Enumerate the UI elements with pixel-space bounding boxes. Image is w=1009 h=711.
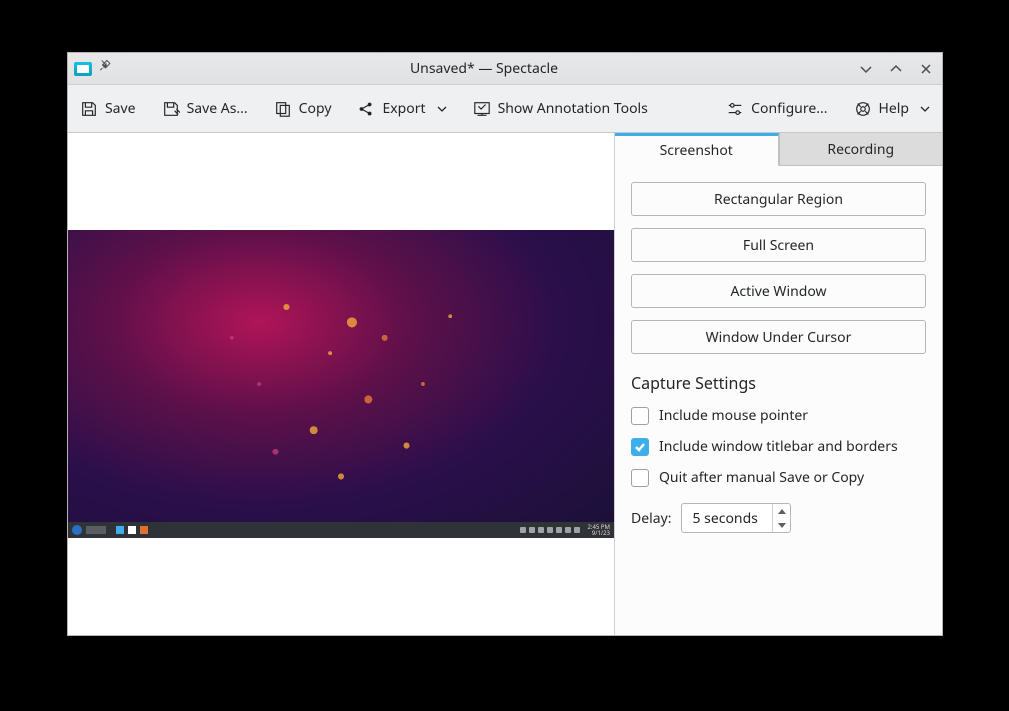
mode-full-screen[interactable]: Full Screen xyxy=(631,228,926,262)
delay-step-up[interactable] xyxy=(773,504,790,518)
mode-rect-label: Rectangular Region xyxy=(714,190,843,209)
copy-label: Copy xyxy=(299,99,332,118)
side-panel: Screenshot Recording Rectangular Region … xyxy=(615,133,942,635)
save-button[interactable]: Save xyxy=(80,99,136,118)
checkbox-quit-after-save[interactable] xyxy=(631,469,649,487)
annotation-button[interactable]: Show Annotation Tools xyxy=(473,99,648,118)
save-label: Save xyxy=(105,99,136,118)
export-button[interactable]: Export xyxy=(357,99,446,118)
preview-pane: 2:45 PM 9/1/23 xyxy=(68,133,615,635)
option-include-mouse[interactable]: Include mouse pointer xyxy=(631,406,926,425)
preview-taskbar: 2:45 PM 9/1/23 xyxy=(68,522,614,538)
export-label: Export xyxy=(382,99,425,118)
annotation-icon xyxy=(473,100,491,118)
option-mouse-label: Include mouse pointer xyxy=(659,406,808,425)
configure-label: Configure... xyxy=(751,99,827,118)
delay-label: Delay: xyxy=(631,509,671,528)
checkbox-include-titlebar[interactable] xyxy=(631,438,649,456)
save-icon xyxy=(80,100,98,118)
copy-icon xyxy=(274,100,292,118)
app-icon xyxy=(74,62,92,76)
capture-settings-header: Capture Settings xyxy=(631,372,926,394)
delay-step-down[interactable] xyxy=(773,518,790,532)
toolbar: Save Save As... Copy Export Show Annotat… xyxy=(68,85,942,133)
checkbox-include-mouse[interactable] xyxy=(631,407,649,425)
side-content: Rectangular Region Full Screen Active Wi… xyxy=(615,166,942,549)
mode-under-label: Window Under Cursor xyxy=(706,328,852,347)
screenshot-preview[interactable]: 2:45 PM 9/1/23 xyxy=(68,230,614,538)
mode-active-window[interactable]: Active Window xyxy=(631,274,926,308)
spectacle-window: Unsaved* — Spectacle Save Save As... Cop… xyxy=(67,52,943,636)
mode-active-label: Active Window xyxy=(730,282,826,301)
configure-button[interactable]: Configure... xyxy=(726,99,827,118)
help-icon xyxy=(854,100,872,118)
copy-button[interactable]: Copy xyxy=(274,99,332,118)
chevron-down-icon xyxy=(437,104,447,114)
save-as-label: Save As... xyxy=(187,99,248,118)
save-as-button[interactable]: Save As... xyxy=(162,99,248,118)
delay-row: Delay: 5 seconds xyxy=(631,503,926,533)
configure-icon xyxy=(726,100,744,118)
maximize-button[interactable] xyxy=(886,59,906,79)
delay-spinbox[interactable]: 5 seconds xyxy=(681,503,791,533)
tab-screenshot-label: Screenshot xyxy=(660,141,733,160)
option-quit-after-save[interactable]: Quit after manual Save or Copy xyxy=(631,468,926,487)
export-icon xyxy=(357,100,375,118)
help-button[interactable]: Help xyxy=(854,99,931,118)
option-include-titlebar[interactable]: Include window titlebar and borders xyxy=(631,437,926,456)
mode-window-under-cursor[interactable]: Window Under Cursor xyxy=(631,320,926,354)
tabs: Screenshot Recording xyxy=(615,133,942,166)
mode-full-label: Full Screen xyxy=(743,236,814,255)
save-as-icon xyxy=(162,100,180,118)
main-body: 2:45 PM 9/1/23 Screenshot Recording Re xyxy=(68,133,942,635)
chevron-down-icon xyxy=(920,104,930,114)
window-title: Unsaved* — Spectacle xyxy=(118,59,850,78)
pin-icon[interactable] xyxy=(98,59,112,78)
titlebar[interactable]: Unsaved* — Spectacle xyxy=(68,53,942,85)
option-titlebar-label: Include window titlebar and borders xyxy=(659,437,898,456)
help-label: Help xyxy=(879,99,910,118)
option-quit-label: Quit after manual Save or Copy xyxy=(659,468,864,487)
tab-screenshot[interactable]: Screenshot xyxy=(615,133,779,166)
minimize-button[interactable] xyxy=(856,59,876,79)
tab-recording-label: Recording xyxy=(827,140,894,159)
delay-value: 5 seconds xyxy=(682,509,772,528)
tab-recording[interactable]: Recording xyxy=(779,133,943,166)
close-button[interactable] xyxy=(916,59,936,79)
annotation-label: Show Annotation Tools xyxy=(498,99,648,118)
mode-rectangular-region[interactable]: Rectangular Region xyxy=(631,182,926,216)
